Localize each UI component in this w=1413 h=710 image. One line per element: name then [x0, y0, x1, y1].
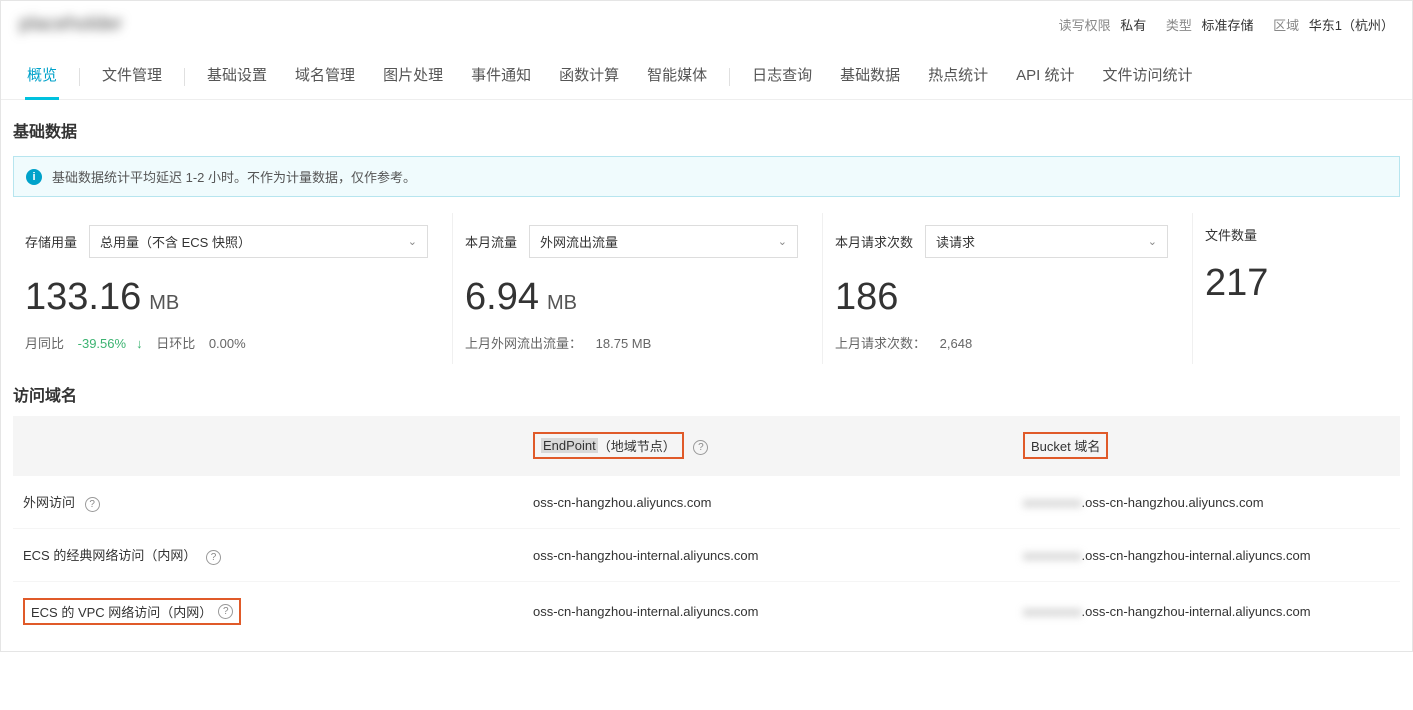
tab-basic-settings[interactable]: 基础设置 [193, 54, 281, 99]
tab-basic-data[interactable]: 基础数据 [826, 54, 914, 99]
row-name: ECS 的经典网络访问（内网） [23, 548, 196, 563]
requests-value: 186 [835, 276, 898, 319]
metric-traffic: 本月流量 外网流出流量 ⌄ 6.94 MB 上月外网流出流量： 18.75 MB [453, 213, 823, 364]
storage-select[interactable]: 总用量（不含 ECS 快照） ⌄ [89, 225, 428, 258]
row-name: 外网访问 [23, 495, 75, 510]
help-icon[interactable]: ? [218, 604, 233, 619]
metric-requests: 本月请求次数 读请求 ⌄ 186 上月请求次数： 2,648 [823, 213, 1193, 364]
row-name-highlight: ECS 的 VPC 网络访问（内网） ? [23, 598, 241, 625]
tab-separator [184, 68, 185, 86]
bucket-prefix-blur: xxxxxxxxx [1023, 604, 1082, 619]
metric-files: 文件数量 217 [1193, 213, 1383, 364]
metric-requests-label: 本月请求次数 [835, 232, 913, 251]
tab-files[interactable]: 文件管理 [88, 54, 176, 99]
tab-overview[interactable]: 概览 [13, 54, 71, 99]
bucket-meta: 读写权限 私有 类型 标准存储 区域 华东1（杭州） [1043, 15, 1394, 34]
bucket-name: placeholder [19, 13, 122, 36]
row-bucket: .oss-cn-hangzhou.aliyuncs.com [1082, 495, 1264, 510]
row-endpoint: oss-cn-hangzhou-internal.aliyuncs.com [533, 604, 1023, 619]
requests-prev-label: 上月请求次数： [835, 336, 926, 351]
traffic-prev-label: 上月外网流出流量： [465, 336, 582, 351]
help-icon[interactable]: ? [206, 550, 221, 565]
requests-select[interactable]: 读请求 ⌄ [925, 225, 1168, 258]
tab-separator [729, 68, 730, 86]
perm-label: 读写权限 [1059, 18, 1111, 33]
endpoint-header-highlight: EndPoint（地域节点） [533, 432, 684, 459]
bucket-prefix-blur: xxxxxxxxx [1023, 495, 1082, 510]
metrics-row: 存储用量 总用量（不含 ECS 快照） ⌄ 133.16 MB 月同比 -39.… [1, 205, 1412, 364]
bucket-header-highlight: Bucket 域名 [1023, 432, 1108, 459]
traffic-unit: MB [547, 292, 577, 315]
row-endpoint: oss-cn-hangzhou.aliyuncs.com [533, 495, 1023, 510]
tab-domain[interactable]: 域名管理 [281, 54, 369, 99]
tab-separator [79, 68, 80, 86]
storage-unit: MB [149, 292, 179, 315]
tab-event[interactable]: 事件通知 [457, 54, 545, 99]
row-bucket: .oss-cn-hangzhou-internal.aliyuncs.com [1082, 548, 1311, 563]
table-row: 外网访问 ? oss-cn-hangzhou.aliyuncs.com xxxx… [13, 475, 1400, 528]
files-value: 217 [1205, 262, 1268, 305]
metric-files-label: 文件数量 [1205, 225, 1257, 244]
endpoint-header: EndPoint [541, 438, 598, 453]
row-bucket: .oss-cn-hangzhou-internal.aliyuncs.com [1082, 604, 1311, 619]
tab-log[interactable]: 日志查询 [738, 54, 826, 99]
section-title-domain: 访问域名 [1, 364, 1412, 416]
tab-hotspot[interactable]: 热点统计 [914, 54, 1002, 99]
domain-table-head: EndPoint（地域节点） ? Bucket 域名 [13, 416, 1400, 475]
traffic-select[interactable]: 外网流出流量 ⌄ [529, 225, 798, 258]
requests-prev-value: 2,648 [940, 336, 973, 351]
traffic-value: 6.94 [465, 276, 539, 319]
storage-value: 133.16 [25, 276, 141, 319]
arrow-down-icon: ↓ [136, 336, 143, 351]
tab-api[interactable]: API 统计 [1002, 54, 1088, 99]
row-endpoint: oss-cn-hangzhou-internal.aliyuncs.com [533, 548, 1023, 563]
tab-bar: 概览 文件管理 基础设置 域名管理 图片处理 事件通知 函数计算 智能媒体 日志… [1, 40, 1412, 100]
tab-file-access[interactable]: 文件访问统计 [1089, 54, 1207, 99]
type-value: 标准存储 [1201, 18, 1253, 33]
perm-value: 私有 [1120, 18, 1146, 33]
storage-mom-label: 月同比 [25, 336, 64, 351]
chevron-down-icon: ⌄ [1148, 235, 1157, 248]
endpoint-header-suffix: （地域节点） [598, 436, 676, 455]
storage-mom-value: -39.56% [78, 336, 126, 351]
metric-storage-label: 存储用量 [25, 232, 77, 251]
chevron-down-icon: ⌄ [778, 235, 787, 248]
tab-function[interactable]: 函数计算 [545, 54, 633, 99]
traffic-prev-value: 18.75 MB [596, 336, 652, 351]
storage-dod-value: 0.00% [209, 336, 246, 351]
table-row: ECS 的 VPC 网络访问（内网） ? oss-cn-hangzhou-int… [13, 581, 1400, 641]
notice-bar: i 基础数据统计平均延迟 1-2 小时。不作为计量数据，仅作参考。 [13, 156, 1400, 197]
table-row: ECS 的经典网络访问（内网） ? oss-cn-hangzhou-intern… [13, 528, 1400, 581]
notice-text: 基础数据统计平均延迟 1-2 小时。不作为计量数据，仅作参考。 [52, 167, 416, 186]
region-label: 区域 [1273, 18, 1299, 33]
row-name: ECS 的 VPC 网络访问（内网） [31, 602, 212, 621]
tab-media[interactable]: 智能媒体 [633, 54, 721, 99]
domain-table: EndPoint（地域节点） ? Bucket 域名 外网访问 ? oss-cn… [1, 416, 1412, 641]
type-label: 类型 [1166, 18, 1192, 33]
tab-image[interactable]: 图片处理 [369, 54, 457, 99]
region-value: 华东1（杭州） [1309, 18, 1394, 33]
section-title-basic-data: 基础数据 [1, 100, 1412, 152]
metric-storage: 存储用量 总用量（不含 ECS 快照） ⌄ 133.16 MB 月同比 -39.… [13, 213, 453, 364]
metric-traffic-label: 本月流量 [465, 232, 517, 251]
page-header: placeholder 读写权限 私有 类型 标准存储 区域 华东1（杭州） [1, 1, 1412, 40]
bucket-domain-header: Bucket 域名 [1031, 436, 1100, 455]
info-icon: i [26, 169, 42, 185]
requests-select-text: 读请求 [936, 232, 975, 251]
traffic-select-text: 外网流出流量 [540, 232, 618, 251]
chevron-down-icon: ⌄ [408, 235, 417, 248]
storage-dod-label: 日环比 [156, 336, 195, 351]
bucket-prefix-blur: xxxxxxxxx [1023, 548, 1082, 563]
help-icon[interactable]: ? [85, 497, 100, 512]
help-icon[interactable]: ? [693, 440, 708, 455]
storage-select-text: 总用量（不含 ECS 快照） [100, 232, 251, 251]
